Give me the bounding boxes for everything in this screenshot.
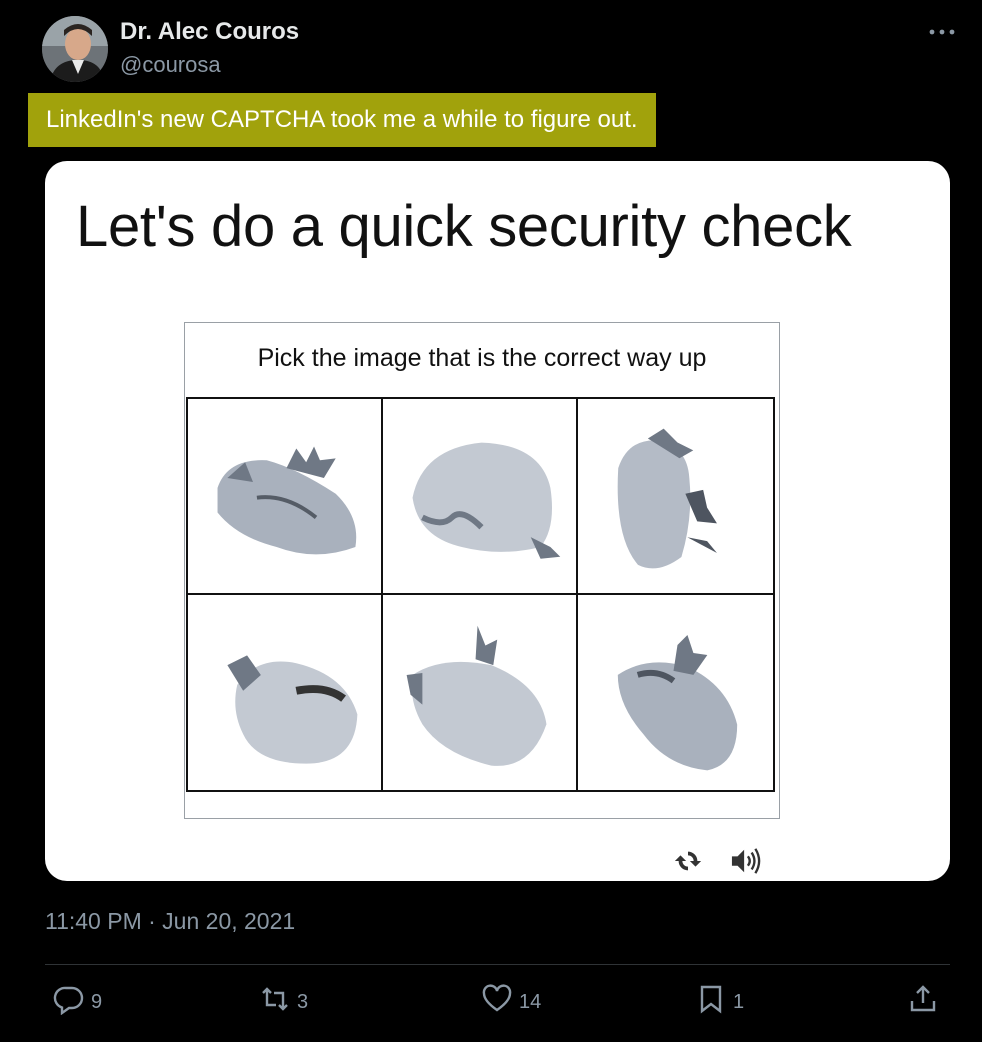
tweet-header: Dr. Alec Couros @courosa xyxy=(42,14,962,84)
captcha-tile-4[interactable] xyxy=(188,594,383,790)
like-button[interactable]: 14 xyxy=(481,982,541,1022)
more-icon[interactable] xyxy=(922,14,962,50)
audio-icon[interactable] xyxy=(726,841,766,881)
tweet-timestamp[interactable]: 11:40 PM · Jun 20, 2021 xyxy=(45,908,295,935)
captcha-tile-1[interactable] xyxy=(188,399,383,595)
tweet-text: LinkedIn's new CAPTCHA took me a while t… xyxy=(28,93,656,147)
retweet-button[interactable]: 3 xyxy=(259,982,308,1022)
share-button[interactable] xyxy=(907,982,939,1022)
author-handle[interactable]: @courosa xyxy=(120,52,221,78)
tweet-actions: 9 3 14 1 xyxy=(45,982,950,1022)
reply-count: 9 xyxy=(91,990,103,1013)
refresh-icon[interactable] xyxy=(668,841,708,881)
bookmark-button[interactable]: 1 xyxy=(695,982,744,1022)
tweet-media-image[interactable]: Let's do a quick security check Pick the… xyxy=(45,161,950,881)
captcha-tile-5[interactable] xyxy=(383,594,578,790)
captcha-tile-2[interactable] xyxy=(383,399,578,595)
like-count: 14 xyxy=(519,990,542,1013)
reply-button[interactable]: 9 xyxy=(53,982,102,1022)
avatar[interactable] xyxy=(42,16,108,82)
captcha-grid xyxy=(186,397,775,792)
captcha-tile-3[interactable] xyxy=(578,399,773,595)
author-name[interactable]: Dr. Alec Couros xyxy=(120,18,299,46)
like-icon xyxy=(481,983,513,1021)
captcha-tile-6[interactable] xyxy=(578,594,773,790)
bookmark-icon xyxy=(695,983,727,1021)
share-icon xyxy=(907,983,939,1021)
security-check-title: Let's do a quick security check xyxy=(76,194,852,259)
divider xyxy=(45,964,950,965)
captcha-panel: Pick the image that is the correct way u… xyxy=(184,322,780,819)
retweet-icon xyxy=(259,983,291,1021)
bookmark-count: 1 xyxy=(733,990,745,1013)
reply-icon xyxy=(53,983,85,1021)
retweet-count: 3 xyxy=(297,990,309,1013)
captcha-prompt: Pick the image that is the correct way u… xyxy=(257,344,707,372)
